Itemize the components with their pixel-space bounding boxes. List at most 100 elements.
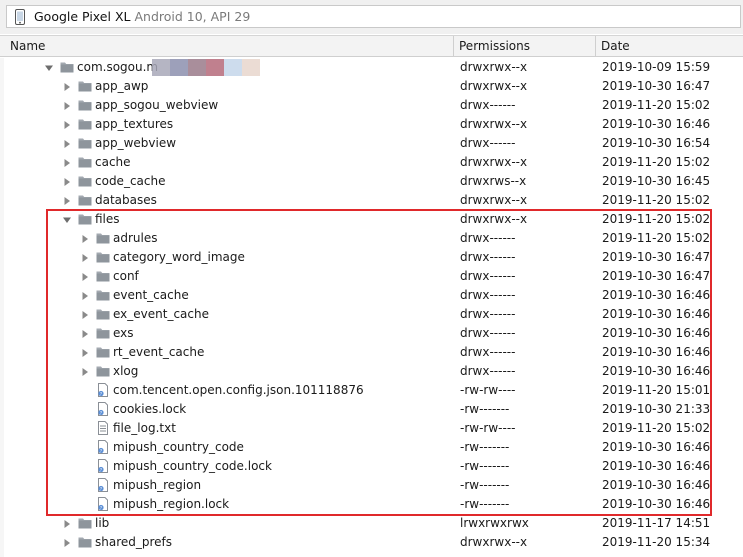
file-row[interactable]: ? mipush_region -rw------- 2019-10-30 16:46 bbox=[0, 476, 743, 495]
arrow-right-icon[interactable] bbox=[62, 195, 72, 205]
folder-row[interactable]: lib lrwxrwxrwx 2019-11-17 14:51 bbox=[0, 514, 743, 533]
item-name: exs bbox=[113, 326, 134, 340]
item-permissions: drwx------ bbox=[460, 250, 516, 264]
folder-row[interactable]: databases drwxrwx--x 2019-11-20 15:02 bbox=[0, 191, 743, 210]
item-permissions: -rw------- bbox=[460, 459, 510, 473]
folder-icon bbox=[78, 136, 92, 150]
folder-row[interactable]: event_cache drwx------ 2019-10-30 16:46 bbox=[0, 286, 743, 305]
item-permissions: -rw-rw---- bbox=[460, 421, 516, 435]
item-date: 2019-10-30 16:46 bbox=[602, 478, 711, 492]
arrow-right-icon[interactable] bbox=[80, 328, 90, 338]
folder-icon bbox=[96, 345, 110, 359]
arrow-right-icon[interactable] bbox=[80, 233, 90, 243]
arrow-right-icon[interactable] bbox=[80, 252, 90, 262]
arrow-down-icon[interactable] bbox=[44, 62, 54, 72]
item-permissions: drwxrwx--x bbox=[460, 60, 528, 74]
arrow-right-icon[interactable] bbox=[80, 347, 90, 357]
folder-icon bbox=[78, 98, 92, 112]
item-name: app_awp bbox=[95, 79, 149, 93]
folder-icon bbox=[96, 364, 110, 378]
item-name: cookies.lock bbox=[113, 402, 187, 416]
arrow-right-icon[interactable] bbox=[62, 157, 72, 167]
item-date: 2019-11-20 15:02 bbox=[602, 212, 711, 226]
arrow-right-icon[interactable] bbox=[80, 309, 90, 319]
item-name: mipush_country_code.lock bbox=[113, 459, 272, 473]
file-row[interactable]: ? mipush_country_code -rw------- 2019-10-30… bbox=[0, 438, 743, 457]
folder-icon bbox=[78, 212, 92, 226]
item-date: 2019-10-30 16:47 bbox=[602, 79, 711, 93]
item-date: 2019-10-30 16:45 bbox=[602, 174, 711, 188]
item-name: lib bbox=[95, 516, 110, 530]
folder-row[interactable]: app_webview drwx------ 2019-10-30 16:54 bbox=[0, 134, 743, 153]
item-date: 2019-10-30 16:47 bbox=[602, 250, 711, 264]
folder-icon bbox=[78, 79, 92, 93]
folder-row[interactable]: rt_event_cache drwx------ 2019-10-30 16:46 bbox=[0, 343, 743, 362]
folder-row[interactable]: code_cache drwxrws--x 2019-10-30 16:45 bbox=[0, 172, 743, 191]
arrow-right-icon[interactable] bbox=[62, 176, 72, 186]
folder-row[interactable]: conf drwx------ 2019-10-30 16:47 bbox=[0, 267, 743, 286]
arrow-right-icon[interactable] bbox=[62, 81, 72, 91]
arrow-right-icon[interactable] bbox=[62, 119, 72, 129]
column-divider[interactable] bbox=[453, 36, 454, 57]
arrow-right-icon[interactable] bbox=[62, 518, 72, 528]
arrow-right-icon[interactable] bbox=[80, 366, 90, 376]
folder-row[interactable]: category_word_image drwx------ 2019-10-30 … bbox=[0, 248, 743, 267]
file-row[interactable]: ? mipush_region.lock -rw------- 2019-10-30 … bbox=[0, 495, 743, 514]
item-permissions: drwx------ bbox=[460, 136, 516, 150]
phone-icon bbox=[11, 7, 29, 27]
item-permissions: lrwxrwxrwx bbox=[460, 516, 529, 530]
arrow-right-icon[interactable] bbox=[62, 138, 72, 148]
folder-row[interactable]: shared_prefs drwxrwx--x 2019-11-20 15:34 bbox=[0, 533, 743, 552]
file-row[interactable]: ? mipush_country_code.lock -rw------- 2019-… bbox=[0, 457, 743, 476]
folder-row[interactable]: com.sogou.m drwxrwx--x 2019-10-09 15:59 bbox=[0, 58, 743, 77]
item-name: shared_prefs bbox=[95, 535, 173, 549]
column-header-date[interactable]: Date bbox=[601, 36, 630, 56]
folder-row[interactable]: exs drwx------ 2019-10-30 16:46 bbox=[0, 324, 743, 343]
folder-icon bbox=[96, 269, 110, 283]
item-permissions: drwxrwx--x bbox=[460, 155, 528, 169]
folder-row[interactable]: app_textures drwxrwx--x 2019-10-30 16:46 bbox=[0, 115, 743, 134]
folder-icon bbox=[78, 174, 92, 188]
folder-row[interactable]: xlog drwx------ 2019-10-30 16:46 bbox=[0, 362, 743, 381]
folder-row[interactable]: adrules drwx------ 2019-11-20 15:02 bbox=[0, 229, 743, 248]
folder-icon bbox=[96, 326, 110, 340]
folder-icon bbox=[78, 516, 92, 530]
folder-icon bbox=[96, 307, 110, 321]
item-date: 2019-11-20 15:02 bbox=[602, 421, 711, 435]
item-permissions: -rw------- bbox=[460, 440, 510, 454]
arrow-right-icon[interactable] bbox=[62, 100, 72, 110]
item-name: files bbox=[95, 212, 120, 226]
column-divider[interactable] bbox=[595, 36, 596, 57]
folder-icon bbox=[78, 155, 92, 169]
item-permissions: drwxrwx--x bbox=[460, 535, 528, 549]
column-header-permissions[interactable]: Permissions bbox=[459, 36, 530, 56]
item-name: xlog bbox=[113, 364, 139, 378]
file-row[interactable]: ? com.tencent.open.config.json.101118876 -… bbox=[0, 381, 743, 400]
item-name: conf bbox=[113, 269, 139, 283]
folder-row[interactable]: files drwxrwx--x 2019-11-20 15:02 bbox=[0, 210, 743, 229]
item-permissions: -rw------- bbox=[460, 497, 510, 511]
item-permissions: drwxrwx--x bbox=[460, 79, 528, 93]
device-selector[interactable]: Google Pixel XL Android 10, API 29 bbox=[6, 5, 741, 28]
item-name: app_webview bbox=[95, 136, 177, 150]
item-name: file_log.txt bbox=[113, 421, 176, 435]
folder-icon bbox=[60, 60, 74, 74]
item-date: 2019-10-30 16:46 bbox=[602, 345, 711, 359]
column-header-name[interactable]: Name bbox=[10, 36, 45, 56]
folder-row[interactable]: app_sogou_webview drwx------ 2019-11-20 15… bbox=[0, 96, 743, 115]
item-date: 2019-10-30 21:33 bbox=[602, 402, 711, 416]
folder-row[interactable]: app_awp drwxrwx--x 2019-10-30 16:47 bbox=[0, 77, 743, 96]
file-row[interactable]: ? cookies.lock -rw------- 2019-10-30 21:33 bbox=[0, 400, 743, 419]
arrow-right-icon[interactable] bbox=[80, 271, 90, 281]
file-row[interactable]: file_log.txt -rw-rw---- 2019-11-20 15:02 bbox=[0, 419, 743, 438]
item-name: code_cache bbox=[95, 174, 166, 188]
arrow-down-icon[interactable] bbox=[62, 214, 72, 224]
folder-row[interactable]: cache drwxrwx--x 2019-11-20 15:02 bbox=[0, 153, 743, 172]
item-date: 2019-10-30 16:46 bbox=[602, 459, 711, 473]
item-permissions: drwx------ bbox=[460, 345, 516, 359]
item-permissions: drwxrwx--x bbox=[460, 193, 528, 207]
file-icon: ? bbox=[96, 402, 110, 416]
arrow-right-icon[interactable] bbox=[62, 537, 72, 547]
arrow-right-icon[interactable] bbox=[80, 290, 90, 300]
folder-row[interactable]: ex_event_cache drwx------ 2019-10-30 16:46 bbox=[0, 305, 743, 324]
